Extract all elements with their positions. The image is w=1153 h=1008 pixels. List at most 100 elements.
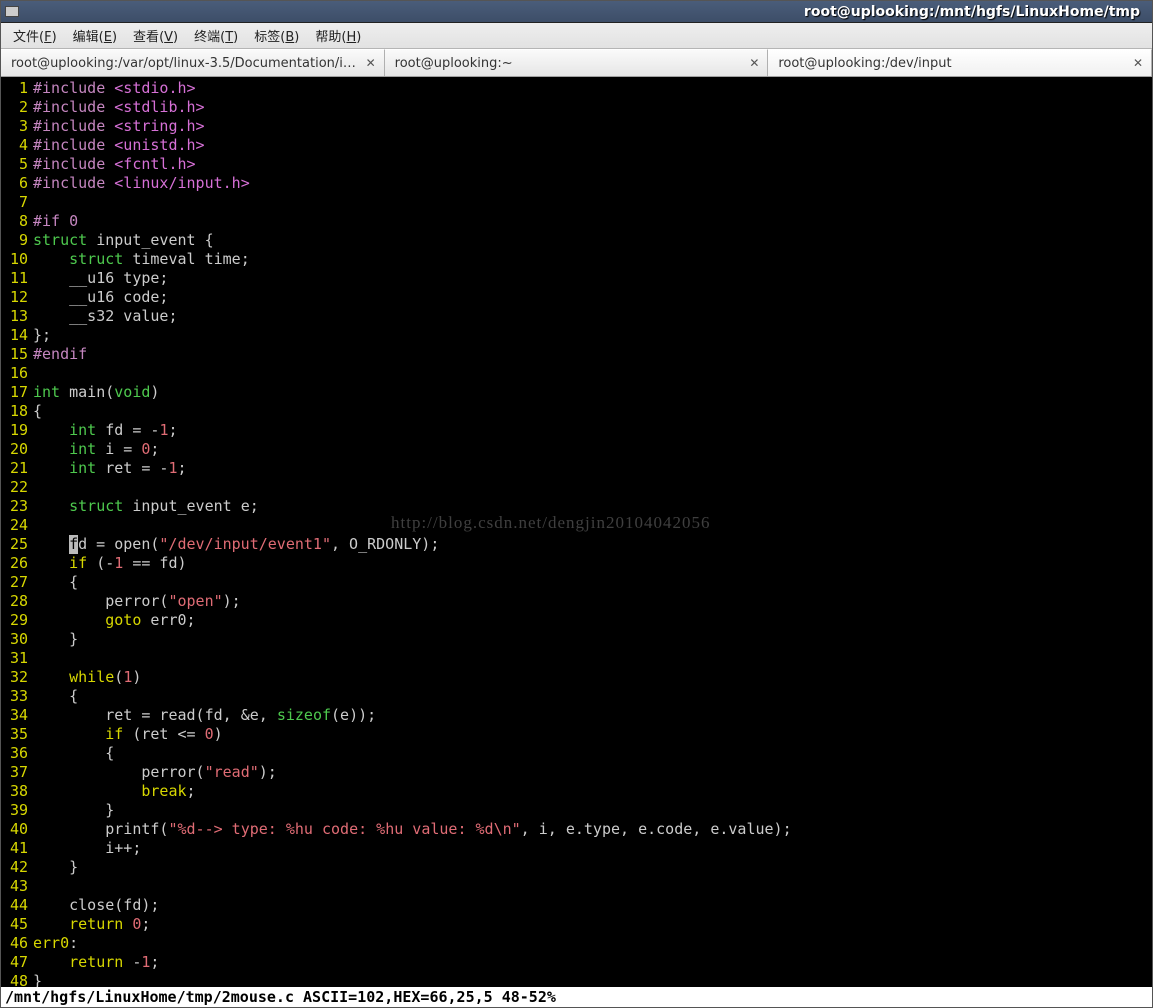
- close-icon[interactable]: ✕: [364, 56, 378, 70]
- line-number: 14: [1, 326, 33, 345]
- line-number: 36: [1, 744, 33, 763]
- editor-area[interactable]: http://blog.csdn.net/dengjin20104042056 …: [1, 77, 1152, 987]
- code-line: int i = 0;: [33, 440, 1152, 459]
- code-line: if (-1 == fd): [33, 554, 1152, 573]
- line-number: 37: [1, 763, 33, 782]
- code-line: }: [33, 858, 1152, 877]
- code-line: __s32 value;: [33, 307, 1152, 326]
- code-line: goto err0;: [33, 611, 1152, 630]
- code-line: {: [33, 744, 1152, 763]
- terminal-tab-2[interactable]: root@uplooking:/dev/input ✕: [768, 49, 1152, 76]
- code-line: {: [33, 573, 1152, 592]
- line-number: 17: [1, 383, 33, 402]
- terminal-tab-1[interactable]: root@uplooking:~ ✕: [385, 49, 769, 76]
- code-line: printf("%d--> type: %hu code: %hu value:…: [33, 820, 1152, 839]
- code-line: #include <fcntl.h>: [33, 155, 1152, 174]
- line-number: 1: [1, 79, 33, 98]
- menu-terminal[interactable]: 终端(T): [186, 24, 246, 47]
- code-line: [33, 516, 1152, 535]
- terminal-app-icon: [5, 6, 19, 17]
- line-number: 47: [1, 953, 33, 972]
- code-line: };: [33, 326, 1152, 345]
- code-line: perror("open");: [33, 592, 1152, 611]
- code-line: close(fd);: [33, 896, 1152, 915]
- terminal-tab-0[interactable]: root@uplooking:/var/opt/linux-3.5/Docume…: [1, 49, 385, 76]
- code-line: [33, 193, 1152, 212]
- line-number: 35: [1, 725, 33, 744]
- line-number: 22: [1, 478, 33, 497]
- code-line: perror("read");: [33, 763, 1152, 782]
- code-line: [33, 877, 1152, 896]
- close-icon[interactable]: ✕: [1131, 56, 1145, 70]
- tab-bar: root@uplooking:/var/opt/linux-3.5/Docume…: [1, 49, 1152, 77]
- code-line: }: [33, 972, 1152, 987]
- line-number: 45: [1, 915, 33, 934]
- code-line: i++;: [33, 839, 1152, 858]
- line-number: 27: [1, 573, 33, 592]
- line-number: 48: [1, 972, 33, 987]
- line-number: 12: [1, 288, 33, 307]
- code-line: fd = open("/dev/input/event1", O_RDONLY)…: [33, 535, 1152, 554]
- vim-status-line: /mnt/hgfs/LinuxHome/tmp/2mouse.c ASCII=1…: [1, 987, 1152, 1007]
- line-number: 29: [1, 611, 33, 630]
- line-number: 6: [1, 174, 33, 193]
- line-number: 11: [1, 269, 33, 288]
- line-number: 30: [1, 630, 33, 649]
- line-number: 5: [1, 155, 33, 174]
- line-number: 28: [1, 592, 33, 611]
- line-number: 41: [1, 839, 33, 858]
- code-line: break;: [33, 782, 1152, 801]
- code-line: [33, 478, 1152, 497]
- code-line: int fd = -1;: [33, 421, 1152, 440]
- line-number: 23: [1, 497, 33, 516]
- code-line: }: [33, 630, 1152, 649]
- code-line: int ret = -1;: [33, 459, 1152, 478]
- line-number: 25: [1, 535, 33, 554]
- code-line: struct timeval time;: [33, 250, 1152, 269]
- menu-help[interactable]: 帮助(H): [307, 24, 369, 47]
- code-line: #include <linux/input.h>: [33, 174, 1152, 193]
- code-line: err0:: [33, 934, 1152, 953]
- line-number: 18: [1, 402, 33, 421]
- tab-label: root@uplooking:/dev/input: [778, 56, 951, 71]
- line-number: 44: [1, 896, 33, 915]
- menu-edit[interactable]: 编辑(E): [65, 24, 125, 47]
- code-line: if (ret <= 0): [33, 725, 1152, 744]
- line-number: 34: [1, 706, 33, 725]
- line-number: 9: [1, 231, 33, 250]
- line-number: 33: [1, 687, 33, 706]
- line-number: 26: [1, 554, 33, 573]
- code-line: ret = read(fd, &e, sizeof(e));: [33, 706, 1152, 725]
- code-line: #include <stdio.h>: [33, 79, 1152, 98]
- line-number: 13: [1, 307, 33, 326]
- menubar: 文件(F) 编辑(E) 查看(V) 终端(T) 标签(B) 帮助(H): [1, 23, 1152, 49]
- window-titlebar: root@uplooking:/mnt/hgfs/LinuxHome/tmp: [1, 1, 1152, 23]
- line-number: 24: [1, 516, 33, 535]
- code-line: return -1;: [33, 953, 1152, 972]
- close-icon[interactable]: ✕: [747, 56, 761, 70]
- code-line: #include <stdlib.h>: [33, 98, 1152, 117]
- tab-label: root@uplooking:~: [395, 56, 513, 71]
- code-line: #include <string.h>: [33, 117, 1152, 136]
- code-line: __u16 code;: [33, 288, 1152, 307]
- tab-label: root@uplooking:/var/opt/linux-3.5/Docume…: [11, 56, 356, 71]
- menu-view[interactable]: 查看(V): [125, 24, 186, 47]
- code-line: #include <unistd.h>: [33, 136, 1152, 155]
- cursor: f: [69, 535, 78, 554]
- code-line: }: [33, 801, 1152, 820]
- line-number: 2: [1, 98, 33, 117]
- menu-tabs[interactable]: 标签(B): [246, 24, 307, 47]
- code-line: int main(void): [33, 383, 1152, 402]
- line-number: 8: [1, 212, 33, 231]
- line-number: 43: [1, 877, 33, 896]
- line-number: 21: [1, 459, 33, 478]
- code-line: struct input_event e;: [33, 497, 1152, 516]
- line-number: 15: [1, 345, 33, 364]
- line-number: 31: [1, 649, 33, 668]
- code-line: [33, 649, 1152, 668]
- line-number: 40: [1, 820, 33, 839]
- line-number: 10: [1, 250, 33, 269]
- line-number: 39: [1, 801, 33, 820]
- line-number: 3: [1, 117, 33, 136]
- menu-file[interactable]: 文件(F): [5, 24, 65, 47]
